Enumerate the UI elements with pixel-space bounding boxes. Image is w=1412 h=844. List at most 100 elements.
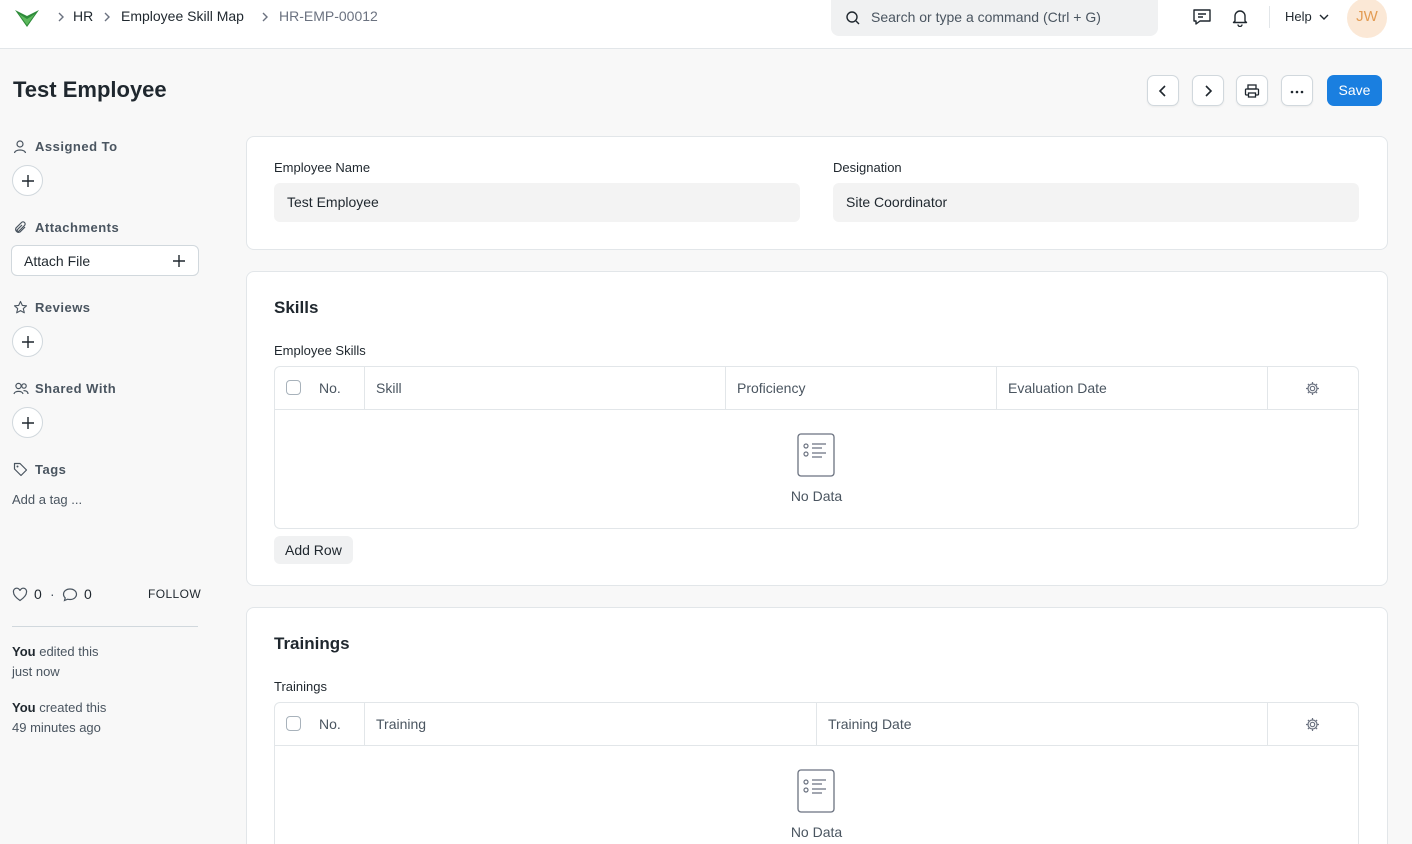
column-proficiency[interactable]: Proficiency bbox=[726, 367, 997, 410]
navbar-divider bbox=[1269, 6, 1270, 28]
no-data-text: No Data bbox=[790, 488, 843, 504]
trainings-label: Trainings bbox=[274, 679, 327, 694]
activity-item: You created this 49 minutes ago bbox=[12, 698, 106, 738]
no-data-text: No Data bbox=[790, 824, 843, 840]
assigned-to-label: Assigned To bbox=[35, 139, 118, 154]
column-header: Evaluation Date bbox=[1008, 380, 1107, 396]
column-no: No. bbox=[275, 703, 365, 746]
column-header: Training bbox=[376, 716, 427, 732]
employee-name-field[interactable]: Test Employee bbox=[274, 183, 800, 222]
avatar[interactable]: JW bbox=[1347, 0, 1387, 38]
ellipsis-icon bbox=[1290, 90, 1304, 94]
gear-icon[interactable] bbox=[1305, 717, 1320, 732]
heart-icon[interactable] bbox=[12, 587, 28, 602]
printer-icon bbox=[1244, 84, 1260, 98]
help-menu[interactable]: Help bbox=[1285, 9, 1312, 24]
activity-item: You edited this just now bbox=[12, 642, 98, 682]
tag-icon bbox=[13, 462, 28, 477]
app-logo-icon[interactable] bbox=[14, 7, 40, 29]
breadcrumb-current-record: HR-EMP-00012 bbox=[279, 8, 378, 24]
attachments-label: Attachments bbox=[35, 220, 120, 235]
print-button[interactable] bbox=[1236, 75, 1268, 106]
chevron-down-icon[interactable] bbox=[1319, 13, 1329, 21]
tags-label: Tags bbox=[35, 462, 67, 477]
activity-action: created this bbox=[39, 700, 107, 715]
page-title: Test Employee bbox=[13, 77, 167, 102]
search-icon bbox=[845, 10, 861, 26]
save-button[interactable]: Save bbox=[1327, 75, 1382, 106]
activity-actor: You bbox=[12, 700, 36, 715]
column-header: No. bbox=[319, 716, 341, 732]
empty-list-icon bbox=[797, 769, 835, 813]
add-tag-input[interactable]: Add a tag ... bbox=[12, 492, 82, 507]
add-assignee-button[interactable] bbox=[12, 165, 43, 196]
column-training-date[interactable]: Training Date bbox=[817, 703, 1268, 746]
activity-time: just now bbox=[12, 664, 60, 679]
table-header: No. Training Training Date bbox=[275, 703, 1358, 746]
like-count: 0 bbox=[34, 586, 42, 602]
column-evaluation-date[interactable]: Evaluation Date bbox=[997, 367, 1268, 410]
plus-icon bbox=[172, 254, 186, 268]
designation-field[interactable]: Site Coordinator bbox=[833, 183, 1359, 222]
users-icon bbox=[13, 381, 29, 396]
user-icon bbox=[13, 139, 28, 154]
skills-card: Skills Employee Skills No. Skill Profici… bbox=[246, 271, 1388, 586]
activity-time: 49 minutes ago bbox=[12, 720, 101, 735]
add-row-button[interactable]: Add Row bbox=[274, 536, 353, 564]
next-record-button[interactable] bbox=[1192, 75, 1224, 106]
attach-file-label: Attach File bbox=[24, 253, 91, 269]
column-training[interactable]: Training bbox=[365, 703, 817, 746]
follow-button[interactable]: FOLLOW bbox=[148, 587, 201, 601]
select-all-checkbox[interactable] bbox=[286, 380, 301, 395]
details-card: Employee Name Test Employee Designation … bbox=[246, 136, 1388, 250]
designation-label: Designation bbox=[833, 160, 902, 175]
select-all-checkbox[interactable] bbox=[286, 716, 301, 731]
search-bar[interactable]: Search or type a command (Ctrl + G) bbox=[831, 0, 1158, 36]
attach-file-button[interactable]: Attach File bbox=[11, 245, 199, 276]
chevron-right-icon bbox=[102, 11, 112, 23]
activity-actor: You bbox=[12, 644, 36, 659]
comment-icon[interactable] bbox=[62, 587, 78, 602]
employee-name-label: Employee Name bbox=[274, 160, 371, 175]
trainings-section-title: Trainings bbox=[274, 634, 350, 653]
sidebar-divider bbox=[12, 626, 198, 627]
column-header: Training Date bbox=[828, 716, 912, 732]
empty-list-icon bbox=[797, 433, 835, 477]
employee-skills-table: No. Skill Proficiency Evaluation Date No… bbox=[274, 366, 1359, 529]
chevron-right-icon bbox=[56, 11, 66, 23]
plus-icon bbox=[21, 336, 34, 348]
chevron-right-icon bbox=[260, 11, 270, 23]
column-header: Skill bbox=[376, 380, 402, 396]
search-placeholder: Search or type a command (Ctrl + G) bbox=[871, 9, 1101, 25]
column-header: Proficiency bbox=[737, 380, 806, 396]
navbar: HR Employee Skill Map HR-EMP-00012 Searc… bbox=[0, 0, 1412, 49]
add-share-button[interactable] bbox=[12, 407, 43, 438]
paperclip-icon bbox=[13, 220, 28, 235]
employee-skills-label: Employee Skills bbox=[274, 343, 366, 358]
plus-icon bbox=[21, 417, 34, 429]
previous-record-button[interactable] bbox=[1147, 75, 1179, 106]
column-no: No. bbox=[275, 367, 365, 410]
comment-count: 0 bbox=[84, 586, 92, 602]
chat-icon[interactable] bbox=[1192, 7, 1212, 27]
column-header: No. bbox=[319, 380, 341, 396]
add-review-button[interactable] bbox=[12, 326, 43, 357]
reviews-label: Reviews bbox=[35, 300, 91, 315]
table-header: No. Skill Proficiency Evaluation Date bbox=[275, 367, 1358, 410]
plus-icon bbox=[21, 175, 34, 187]
separator-dot: · bbox=[50, 586, 55, 602]
breadcrumb-hr[interactable]: HR bbox=[73, 8, 93, 24]
more-actions-button[interactable] bbox=[1281, 75, 1313, 106]
star-icon bbox=[13, 300, 28, 315]
bell-icon[interactable] bbox=[1230, 7, 1250, 27]
column-skill[interactable]: Skill bbox=[365, 367, 726, 410]
activity-action: edited this bbox=[39, 644, 99, 659]
chevron-left-icon bbox=[1158, 85, 1166, 97]
breadcrumb-employee-skill-map[interactable]: Employee Skill Map bbox=[121, 8, 244, 24]
gear-icon[interactable] bbox=[1305, 381, 1320, 396]
trainings-card: Trainings Trainings No. Training Trainin… bbox=[246, 607, 1388, 844]
trainings-table: No. Training Training Date No Data bbox=[274, 702, 1359, 844]
skills-section-title: Skills bbox=[274, 298, 319, 317]
shared-with-label: Shared With bbox=[35, 381, 117, 396]
chevron-right-icon bbox=[1205, 85, 1213, 97]
